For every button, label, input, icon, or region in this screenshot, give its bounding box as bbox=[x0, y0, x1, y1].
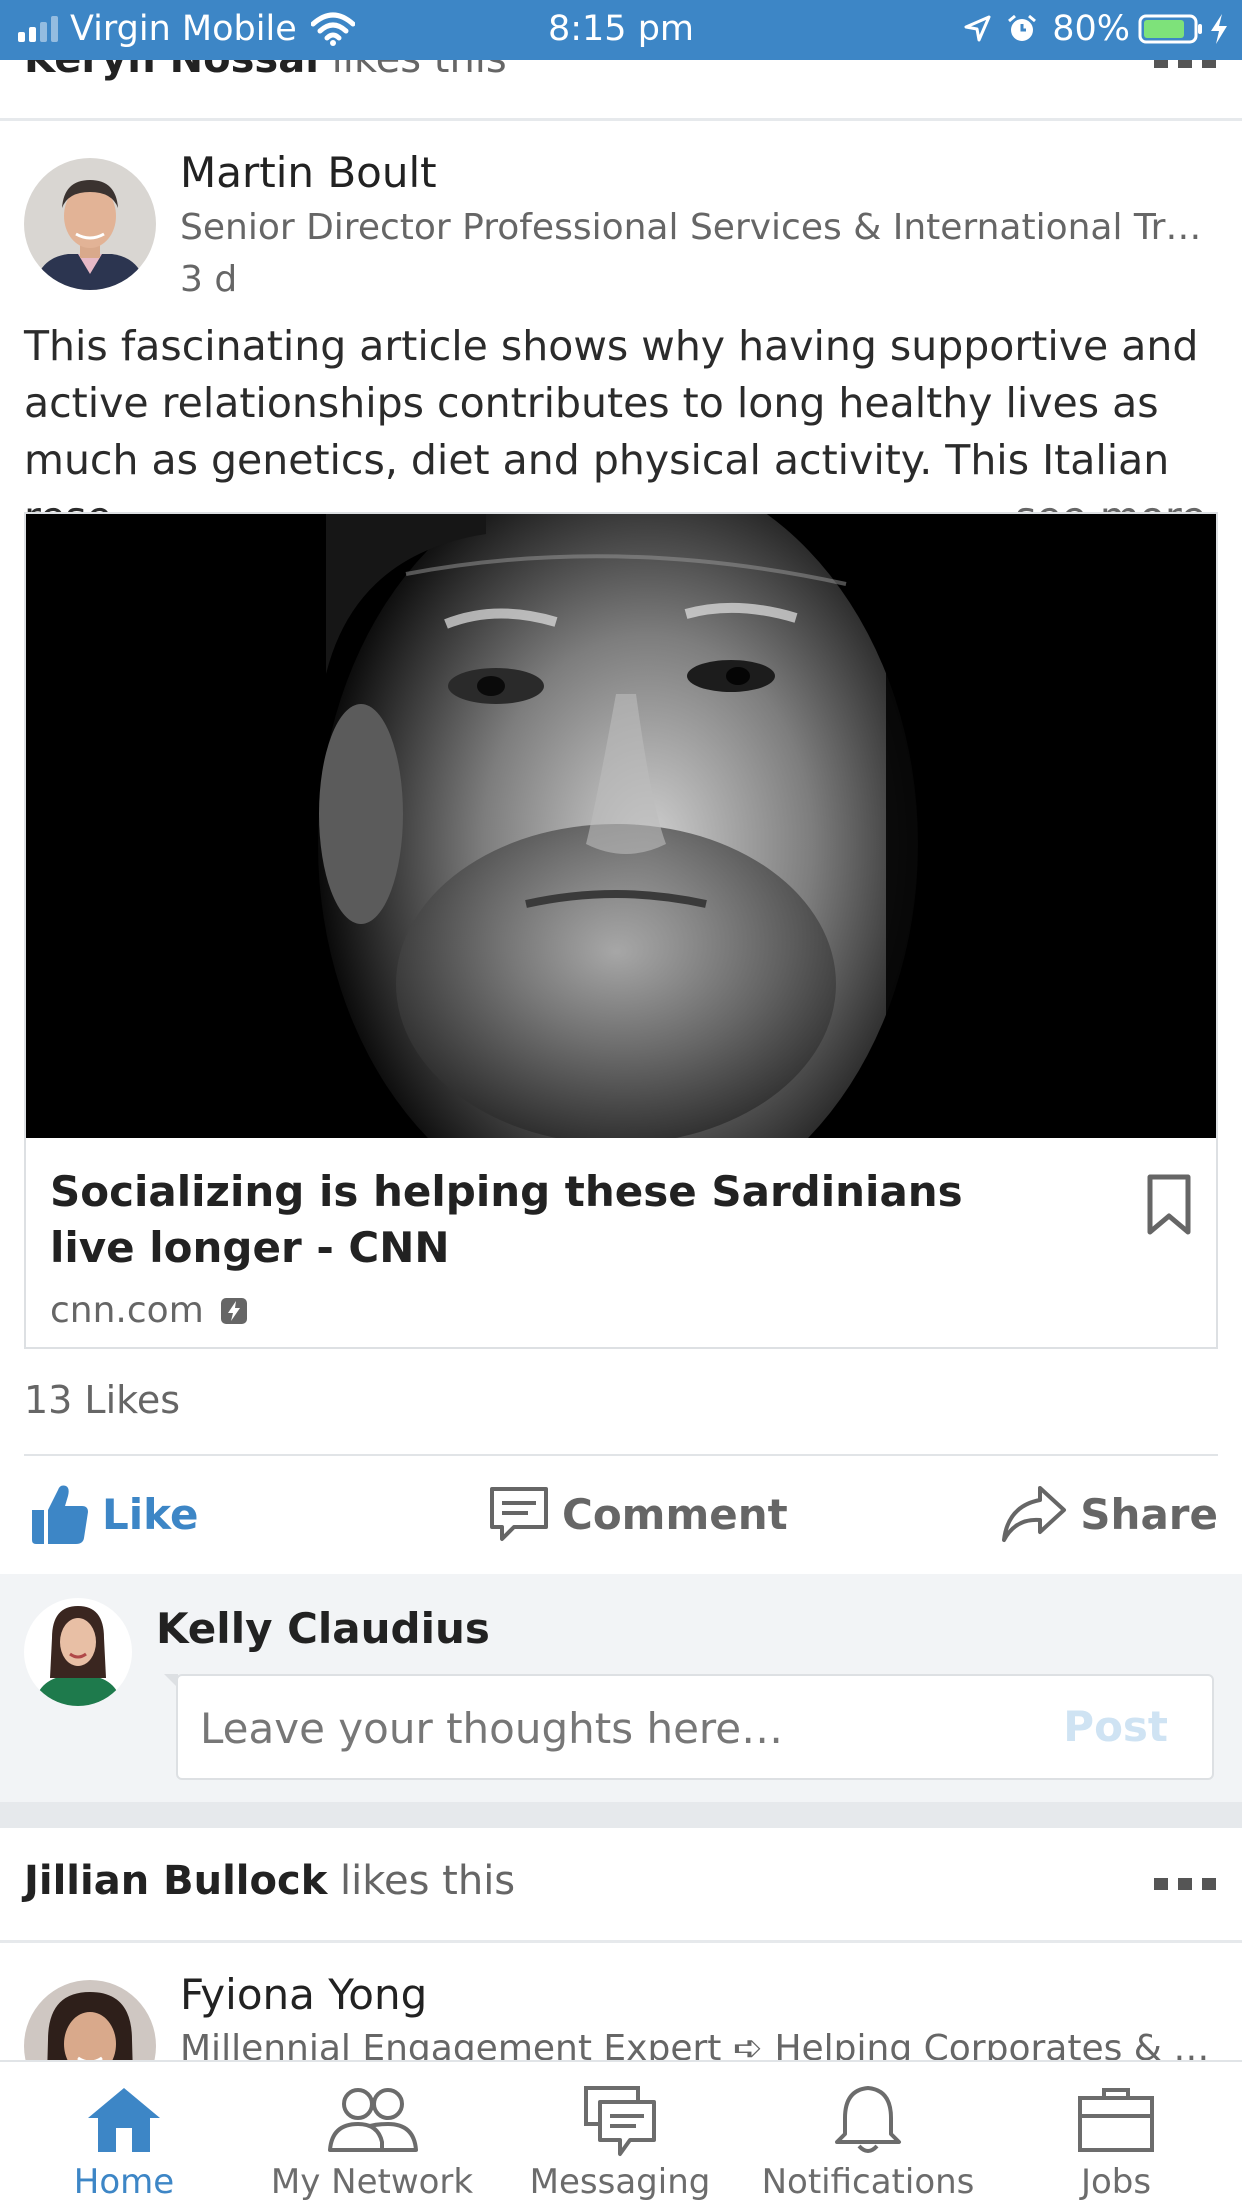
tab-home[interactable]: Home bbox=[0, 2062, 248, 2208]
commenter-photo bbox=[24, 1598, 132, 1706]
post-timestamp: 3 d bbox=[180, 259, 238, 300]
divider bbox=[24, 1454, 1218, 1456]
feed-separator bbox=[0, 1802, 1242, 1828]
amp-lightning-icon bbox=[220, 1297, 247, 1324]
commenter-avatar bbox=[24, 1598, 132, 1706]
charging-bolt-icon bbox=[1211, 14, 1227, 44]
tab-my-network[interactable]: My Network bbox=[248, 2062, 496, 2208]
next-author-name[interactable]: Fyiona Yong bbox=[180, 1970, 427, 2019]
messaging-icon bbox=[584, 2086, 656, 2156]
more-options-icon[interactable] bbox=[1154, 60, 1216, 70]
battery-percent: 80% bbox=[1052, 9, 1130, 49]
author-headline: Senior Director Professional Services & … bbox=[180, 207, 1210, 248]
status-bar-right: 80% bbox=[962, 9, 1230, 49]
tab-label: Messaging bbox=[529, 2162, 711, 2202]
author-avatar[interactable] bbox=[24, 158, 156, 290]
comment-button[interactable]: Comment bbox=[488, 1474, 788, 1554]
status-bar: Virgin Mobile 8:15 pm 80% bbox=[0, 0, 1242, 60]
like-label: Like bbox=[102, 1489, 199, 1539]
liker-name[interactable]: Jillian Bullock bbox=[24, 1858, 327, 1904]
bookmark-icon[interactable] bbox=[1146, 1174, 1192, 1236]
home-icon bbox=[88, 2088, 160, 2152]
comment-input[interactable] bbox=[200, 1696, 1020, 1760]
likes-count[interactable]: 13 Likes bbox=[24, 1378, 180, 1422]
network-icon bbox=[328, 2088, 418, 2152]
location-arrow-icon bbox=[964, 15, 991, 42]
article-source-row: cnn.com bbox=[50, 1290, 248, 1331]
tab-notifications[interactable]: Notifications bbox=[744, 2062, 992, 2208]
liker-action: likes this bbox=[340, 1858, 516, 1904]
article-title[interactable]: Socializing is helping these Sardinians … bbox=[50, 1164, 1050, 1276]
comment-input-box[interactable]: Post bbox=[164, 1674, 1214, 1780]
tab-label: My Network bbox=[270, 2162, 474, 2202]
tab-messaging[interactable]: Messaging bbox=[496, 2062, 744, 2208]
author-photo bbox=[24, 158, 156, 290]
briefcase-icon bbox=[1078, 2088, 1154, 2152]
bell-icon bbox=[835, 2086, 901, 2153]
social-activity-line: Keryn Nossal likes this bbox=[24, 60, 507, 82]
liker-action: likes this bbox=[332, 60, 507, 82]
divider bbox=[0, 1940, 1242, 1943]
social-activity-line: Jillian Bullock likes this bbox=[24, 1858, 515, 1904]
article-image[interactable] bbox=[26, 514, 1216, 1138]
share-arrow-icon bbox=[1002, 1486, 1067, 1542]
elderly-man-portrait bbox=[26, 514, 1216, 1138]
alarm-icon bbox=[1008, 14, 1037, 41]
tab-jobs[interactable]: Jobs bbox=[992, 2062, 1240, 2208]
bottom-tab-bar: Home My Network Messaging Notifications … bbox=[0, 2060, 1242, 2208]
previous-post-header: Keryn Nossal likes this bbox=[0, 60, 1242, 120]
article-card[interactable]: Socializing is helping these Sardinians … bbox=[24, 512, 1218, 1349]
share-button[interactable]: Share bbox=[1000, 1474, 1218, 1554]
more-options-icon[interactable] bbox=[1154, 1878, 1216, 1892]
tab-label: Notifications bbox=[761, 2162, 975, 2202]
liker-name[interactable]: Keryn Nossal bbox=[24, 60, 319, 82]
battery-icon bbox=[1138, 14, 1202, 44]
divider bbox=[0, 118, 1242, 121]
author-name[interactable]: Martin Boult bbox=[180, 148, 437, 197]
share-label: Share bbox=[1080, 1489, 1218, 1539]
commenter-name: Kelly Claudius bbox=[156, 1604, 490, 1653]
article-source: cnn.com bbox=[50, 1290, 204, 1331]
comment-label: Comment bbox=[562, 1489, 788, 1539]
comment-icon bbox=[490, 1487, 548, 1541]
like-button[interactable]: Like bbox=[28, 1474, 198, 1554]
thumbs-up-icon bbox=[32, 1485, 88, 1544]
tab-label: Home bbox=[73, 2162, 175, 2202]
post-comment-button[interactable]: Post bbox=[1063, 1702, 1168, 1751]
tab-label: Jobs bbox=[1080, 2162, 1152, 2202]
comment-composer: Kelly Claudius Post bbox=[0, 1574, 1242, 1802]
